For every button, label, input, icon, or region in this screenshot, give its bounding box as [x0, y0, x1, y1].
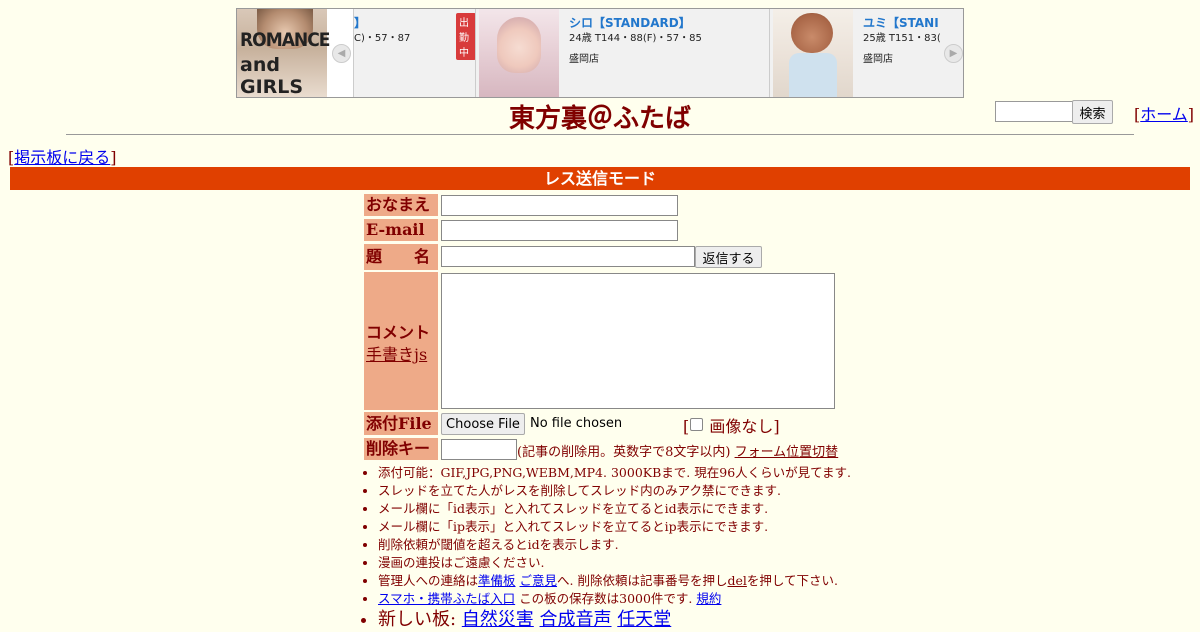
form-position-toggle-link[interactable]: フォーム位置切替 [735, 445, 839, 460]
ad-banner[interactable]: ROMANCE and GIRLS ◀ 】 出勤中 C)・57・87 シロ【ST… [236, 8, 964, 98]
delkey-note-text: (記事の削除用。英数字で8文字以内) [517, 445, 731, 460]
list-item: 削除依頼が閾値を超えるとidを表示します. [378, 536, 964, 554]
no-image-label: 画像なし [709, 417, 774, 436]
email-label: E-mail [364, 219, 438, 241]
ad-logo[interactable]: ROMANCE and GIRLS [237, 9, 330, 98]
no-file-text: No file chosen [530, 416, 623, 431]
tegaki-link[interactable]: 手書きjs [366, 341, 427, 365]
comment-label: コメント [366, 323, 431, 342]
ad-card[interactable]: ユミ【STANI 25歳 T151・83( 盛岡店 ▶ [769, 9, 963, 97]
list-item: 添付可能：GIF,JPG,PNG,WEBM,MP4. 3000KBまで. 現在9… [378, 464, 964, 482]
ad-card-spec: 25歳 T151・83( [863, 33, 941, 44]
del-link[interactable]: del [727, 573, 746, 588]
carousel-prev-icon[interactable]: ◀ [332, 44, 351, 63]
delkey-label: 削除キー [364, 438, 438, 460]
junbi-board-link[interactable]: 準備板 [478, 573, 516, 588]
subject-field[interactable] [441, 246, 695, 267]
search-button[interactable]: 検索 [1072, 100, 1113, 124]
ad-logo-line1: ROMANCE [240, 29, 330, 51]
ad-logo-line2: and GIRLS [240, 54, 304, 98]
opinion-link[interactable]: ご意見 [520, 573, 558, 588]
ad-card-photo [479, 9, 559, 97]
new-board-link[interactable]: 任天堂 [617, 609, 671, 630]
delkey-note: (記事の削除用。英数字で8文字以内) フォーム位置切替 [517, 441, 838, 460]
storage-note: この板の保存数は3000件です. [515, 591, 697, 606]
ad-card-photo [773, 9, 853, 97]
ad-card[interactable]: シロ【STANDARD】 24歳 T144・88(F)・57・85 盛岡店 [475, 9, 769, 97]
list-item: 漫画の連投はご遠慮ください. [378, 554, 964, 572]
contact-text: 管理人への連絡は [378, 573, 479, 588]
home-link[interactable]: ホーム [1140, 105, 1188, 124]
new-board-link[interactable]: 合成音声 [540, 609, 612, 630]
comment-textarea[interactable] [441, 273, 835, 409]
list-item: メール欄に「id表示」と入れてスレッドを立てるとid表示にできます. [378, 500, 964, 518]
choose-file-button[interactable]: Choose File [441, 413, 525, 435]
submit-reply-button[interactable]: 返信する [695, 246, 762, 268]
list-item: メール欄に「ip表示」と入れてスレッドを立てるとip表示にできます. [378, 518, 964, 536]
file-label: 添付File [364, 412, 438, 435]
home-link-wrapper: [ホーム] [1134, 105, 1195, 124]
ad-card-spec: C)・57・87 [354, 33, 411, 44]
header-divider [66, 134, 1134, 135]
delete-request-text: へ. 削除依頼は記事番号を押し [557, 573, 728, 588]
status-badge: 出勤中 [456, 13, 476, 60]
subject-label: 題 名 [364, 244, 438, 270]
no-image-option: [ 画像なし] [683, 417, 780, 436]
ad-card-shop: 盛岡店 [863, 54, 893, 65]
new-boards-label: 新しい板: [378, 609, 462, 630]
reply-mode-bar: レス送信モード [10, 167, 1190, 190]
ad-card-spec: 24歳 T144・88(F)・57・85 [569, 33, 702, 44]
list-item: 新しい板: 自然災害 合成音声 任天堂 [378, 608, 964, 632]
list-item: 管理人への連絡は準備板 ご意見へ. 削除依頼は記事番号を押しdelを押して下さい… [378, 572, 964, 590]
carousel-next-icon[interactable]: ▶ [944, 44, 963, 63]
email-field[interactable] [441, 220, 678, 241]
back-to-board-link[interactable]: 掲示板に戻る [14, 148, 110, 167]
list-item: スレッドを立てた人がレスを削除してスレッド内のみアク禁にできます. [378, 482, 964, 500]
ad-card-shop: 盛岡店 [569, 54, 599, 65]
ad-card[interactable]: 】 出勤中 C)・57・87 [353, 9, 476, 97]
new-board-link[interactable]: 自然災害 [462, 609, 534, 630]
list-item: スマホ・携帯ふたば入口 この板の保存数は3000件です. 規約 [378, 590, 964, 608]
delete-request-tail: を押して下さい. [746, 573, 838, 588]
mobile-entrance-link[interactable]: スマホ・携帯ふたば入口 [378, 591, 515, 606]
terms-link[interactable]: 規約 [696, 591, 721, 606]
board-rules: 添付可能：GIF,JPG,PNG,WEBM,MP4. 3000KBまで. 現在9… [364, 464, 964, 632]
search-input[interactable] [995, 101, 1073, 122]
delete-key-field[interactable] [441, 439, 517, 460]
comment-label-cell: コメント 手書きjs [364, 272, 438, 410]
name-field[interactable] [441, 195, 678, 216]
name-label: おなまえ [364, 194, 438, 216]
no-image-checkbox[interactable] [690, 418, 704, 431]
back-link-wrapper: [掲示板に戻る] [8, 148, 117, 167]
